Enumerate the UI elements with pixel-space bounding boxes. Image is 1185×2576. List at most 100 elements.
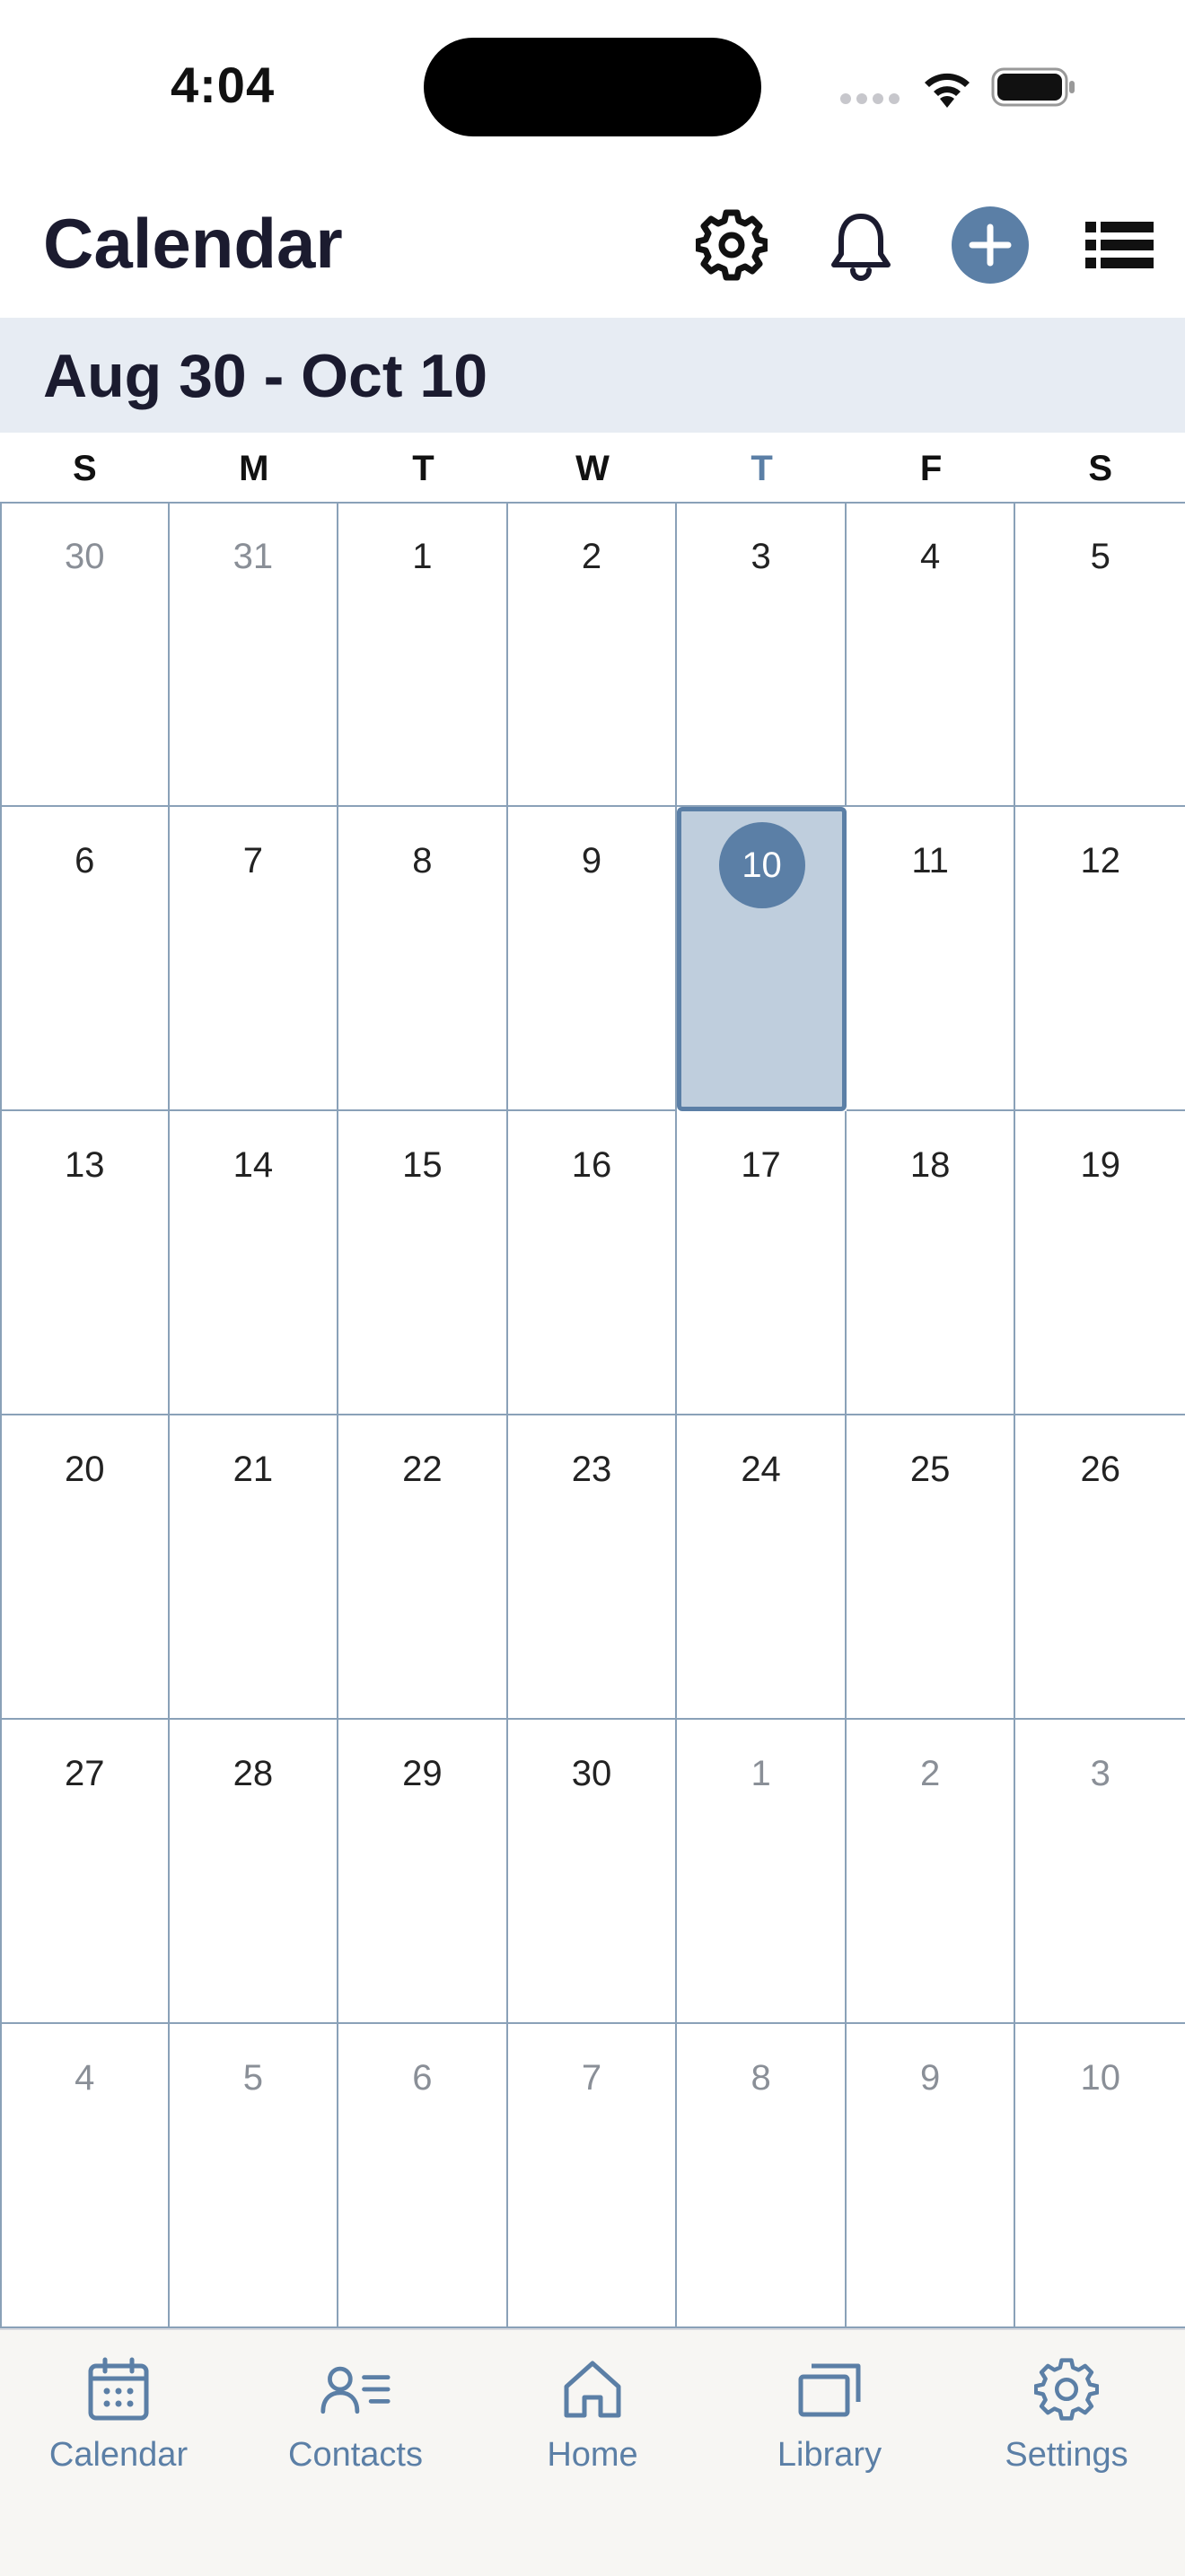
day-cell[interactable]: 25 — [846, 1415, 1016, 1720]
add-event-button[interactable] — [950, 205, 1031, 285]
day-cell[interactable]: 21 — [169, 1415, 339, 1720]
day-number: 27 — [65, 1754, 105, 1793]
day-cell[interactable]: 3 — [1015, 1720, 1185, 2024]
day-cell[interactable]: 30 — [0, 503, 170, 807]
tab-label: Library — [777, 2436, 882, 2474]
notifications-button[interactable] — [821, 205, 901, 285]
day-cell[interactable]: 17 — [677, 1111, 847, 1415]
day-cell[interactable]: 15 — [338, 1111, 508, 1415]
day-number: 22 — [402, 1450, 443, 1489]
day-number: 7 — [581, 2058, 602, 2098]
day-cell[interactable]: 4 — [0, 2024, 170, 2328]
day-cell[interactable]: 20 — [0, 1415, 170, 1720]
list-view-button[interactable] — [1079, 205, 1160, 285]
day-cell[interactable]: 7 — [507, 2024, 678, 2328]
day-number: 29 — [402, 1754, 443, 1793]
plus-icon — [952, 206, 1029, 284]
day-cell[interactable]: 1 — [677, 1720, 847, 2024]
day-number: 4 — [75, 2058, 95, 2098]
tab-settings[interactable]: Settings — [948, 2330, 1185, 2576]
day-cell[interactable]: 7 — [169, 807, 339, 1111]
list-icon — [1085, 222, 1154, 268]
day-cell[interactable]: 31 — [169, 503, 339, 807]
day-cell[interactable]: 13 — [0, 1111, 170, 1415]
tab-label: Settings — [1005, 2436, 1128, 2474]
day-cell[interactable]: 9 — [846, 2024, 1016, 2328]
day-cell[interactable]: 6 — [338, 2024, 508, 2328]
day-cell[interactable]: 5 — [169, 2024, 339, 2328]
day-number: 3 — [750, 537, 771, 576]
weekday-sun: S — [72, 449, 97, 488]
day-number: 23 — [571, 1450, 612, 1489]
day-cell[interactable]: 3 — [677, 503, 847, 807]
day-cell[interactable]: 22 — [338, 1415, 508, 1720]
day-cell[interactable]: 19 — [1015, 1111, 1185, 1415]
day-number: 28 — [233, 1754, 274, 1793]
day-number: 13 — [65, 1145, 105, 1185]
day-number: 30 — [65, 537, 105, 576]
day-cell[interactable]: 6 — [0, 807, 170, 1111]
settings-gear-button[interactable] — [691, 205, 772, 285]
tab-calendar[interactable]: Calendar — [0, 2330, 237, 2576]
tab-contacts[interactable]: Contacts — [237, 2330, 474, 2576]
day-cell[interactable]: 24 — [677, 1415, 847, 1720]
day-number: 15 — [402, 1145, 443, 1185]
day-cell[interactable]: 2 — [846, 1720, 1016, 2024]
day-number: 16 — [571, 1145, 612, 1185]
wifi-icon — [919, 66, 975, 110]
day-number: 20 — [65, 1450, 105, 1489]
day-cell[interactable]: 14 — [169, 1111, 339, 1415]
weekday-wed: W — [575, 449, 610, 488]
day-number: 2 — [581, 537, 602, 576]
date-range-header: Aug 30 - Oct 10 — [0, 318, 1185, 433]
day-cell[interactable]: 23 — [507, 1415, 678, 1720]
tab-home[interactable]: Home — [474, 2330, 711, 2576]
weekday-sat: S — [1088, 449, 1112, 488]
day-cell[interactable]: 5 — [1015, 503, 1185, 807]
tab-label: Home — [547, 2436, 638, 2474]
bell-icon — [831, 214, 891, 281]
day-number: 8 — [412, 841, 433, 881]
library-icon — [794, 2353, 865, 2425]
settings-icon — [1031, 2353, 1102, 2425]
cellular-signal-icon — [840, 93, 900, 108]
day-number: 9 — [581, 841, 602, 881]
home-icon — [557, 2353, 628, 2425]
weekday-tue: T — [412, 449, 434, 488]
day-cell[interactable]: 9 — [507, 807, 678, 1111]
battery-icon — [991, 66, 1077, 108]
day-cell[interactable]: 2 — [507, 503, 678, 807]
day-number: 7 — [242, 841, 263, 881]
day-cell[interactable]: 8 — [677, 2024, 847, 2328]
day-cell[interactable]: 1 — [338, 503, 508, 807]
day-number: 18 — [909, 1145, 951, 1185]
day-cell[interactable]: 8 — [338, 807, 508, 1111]
tab-label: Calendar — [48, 2436, 189, 2474]
day-cell[interactable]: 18 — [846, 1111, 1016, 1415]
day-cell[interactable]: 26 — [1015, 1415, 1185, 1720]
day-number: 2 — [920, 1754, 941, 1793]
day-number: 6 — [75, 841, 95, 881]
tab-library[interactable]: Library — [711, 2330, 948, 2576]
day-cell[interactable]: 29 — [338, 1720, 508, 2024]
day-cell[interactable]: 28 — [169, 1720, 339, 2024]
page-title: Calendar — [43, 204, 343, 283]
app-header: Calendar — [0, 171, 1185, 318]
day-cell[interactable]: 4 — [846, 503, 1016, 807]
day-number: 5 — [242, 2058, 263, 2098]
day-cell[interactable]: 30 — [507, 1720, 678, 2024]
day-cell[interactable]: 12 — [1015, 807, 1185, 1111]
status-bar: 4:04 — [0, 0, 1185, 171]
day-number: 24 — [741, 1450, 781, 1489]
weekday-header: S M T W T F S — [0, 433, 1185, 504]
day-cell[interactable]: 16 — [507, 1111, 678, 1415]
day-number: 9 — [920, 2058, 941, 2098]
status-time: 4:04 — [171, 57, 276, 113]
day-cell[interactable]: 10 — [1015, 2024, 1185, 2328]
day-cell[interactable]: 11 — [846, 807, 1016, 1111]
day-cell-today-selected[interactable]: 10 — [677, 807, 847, 1111]
day-number: 21 — [233, 1450, 274, 1489]
day-number: 5 — [1090, 537, 1110, 576]
day-cell[interactable]: 27 — [0, 1720, 170, 2024]
day-number: 8 — [750, 2058, 771, 2098]
